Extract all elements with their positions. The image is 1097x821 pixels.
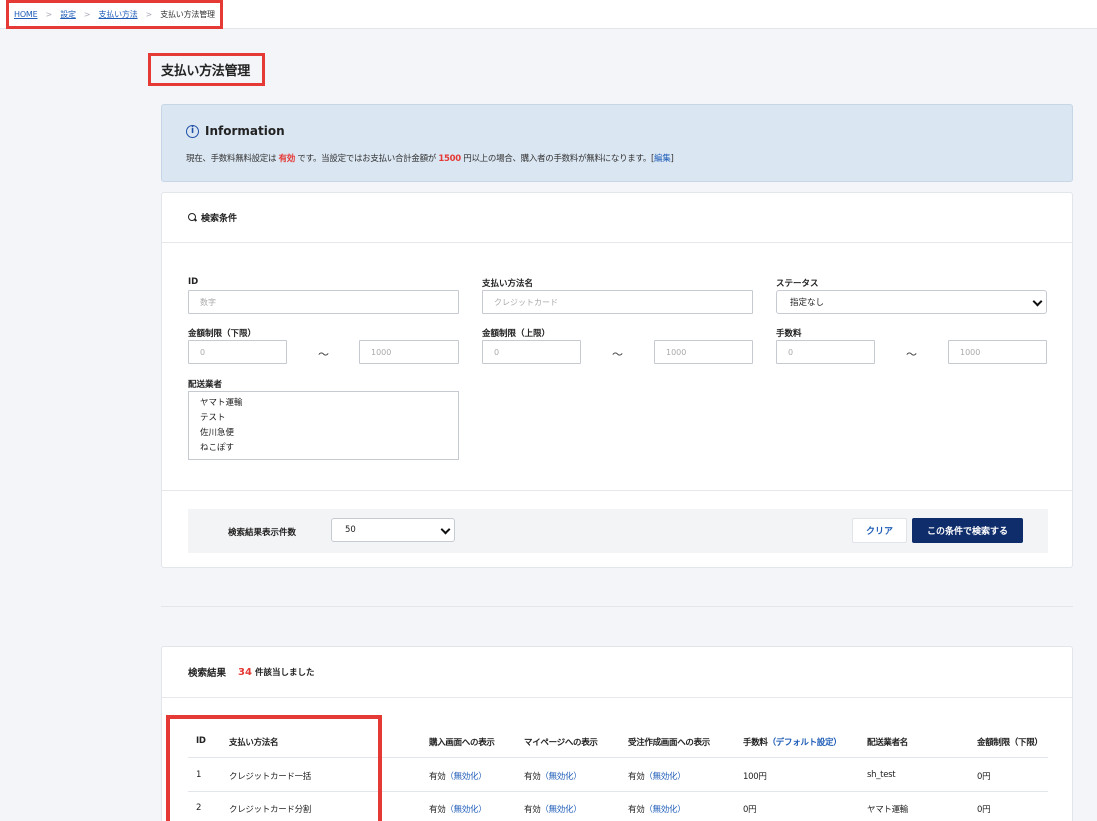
status-select[interactable]: 指定なし xyxy=(776,290,1047,314)
cell-mypage: 有効（無効化） xyxy=(524,772,582,782)
column-header-order: 受注作成画面への表示 xyxy=(628,738,711,748)
fee-free-status: 有効 xyxy=(278,154,296,164)
fee-free-amount: 1500 xyxy=(438,154,461,164)
results-suffix: 件該当しました xyxy=(254,668,315,678)
breadcrumb-home[interactable]: HOME xyxy=(14,10,38,19)
disable-link[interactable]: （無効化） xyxy=(445,772,486,782)
disable-link[interactable]: （無効化） xyxy=(445,805,486,815)
info-title: Information xyxy=(205,124,285,138)
per-page-select[interactable]: 50 xyxy=(331,518,455,542)
min-amount-from-input[interactable]: 0 xyxy=(188,340,287,364)
disable-link[interactable]: （無効化） xyxy=(644,772,685,782)
breadcrumb-current: 支払い方法管理 xyxy=(160,10,215,19)
payment-name-input[interactable]: クレジットカード xyxy=(482,290,753,314)
payment-name-label: 支払い方法名 xyxy=(482,279,534,289)
breadcrumb-settings[interactable]: 設定 xyxy=(60,9,76,20)
divider xyxy=(161,606,1073,607)
clear-button[interactable]: クリア xyxy=(852,518,907,543)
cell-carrier-link[interactable]: sh_test xyxy=(867,770,896,780)
cell-purchase: 有効（無効化） xyxy=(429,805,487,815)
carrier-option[interactable]: 佐川急便 xyxy=(200,426,458,441)
disable-link[interactable]: （無効化） xyxy=(540,805,581,815)
info-panel: i Information 現在、手数料無料設定は 有効 です。当設定ではお支払… xyxy=(161,104,1073,182)
edit-link[interactable]: 編集 xyxy=(654,154,671,164)
chevron-down-icon xyxy=(440,524,451,535)
min-amount-to-input[interactable]: 1000 xyxy=(359,340,459,364)
carrier-option[interactable]: テスト xyxy=(200,411,458,426)
column-header-fee: 手数料（デフォルト設定） xyxy=(743,738,842,748)
range-tilde: ～ xyxy=(906,348,917,361)
carrier-option[interactable]: ねこぽす xyxy=(200,441,458,456)
chevron-down-icon xyxy=(1032,296,1043,307)
id-input[interactable]: 数字 xyxy=(188,290,459,314)
cell-mypage: 有効（無効化） xyxy=(524,805,582,815)
per-page-label: 検索結果表示件数 xyxy=(228,528,297,538)
cell-fee: 100円 xyxy=(743,772,767,782)
cell-min-amount: 0円 xyxy=(977,805,991,815)
search-header-label: 検索条件 xyxy=(201,214,238,224)
status-label: ステータス xyxy=(776,279,819,289)
min-amount-label: 金額制限（下限） xyxy=(188,329,257,339)
cell-purchase: 有効（無効化） xyxy=(429,772,487,782)
fee-from-input[interactable]: 0 xyxy=(776,340,875,364)
cell-order: 有効（無効化） xyxy=(628,805,686,815)
breadcrumb-separator: > xyxy=(83,10,91,19)
breadcrumb-separator: > xyxy=(45,10,53,19)
carrier-option[interactable]: ヤマト運輸 xyxy=(200,396,458,411)
page-title: 支払い方法管理 xyxy=(161,64,250,79)
max-amount-label: 金額制限（上限） xyxy=(482,329,551,339)
id-label: ID xyxy=(188,277,199,287)
search-action-bar: 検索結果表示件数 50 クリア この条件で検索する xyxy=(188,509,1048,553)
results-header: 検索結果 34 件該当しました xyxy=(162,647,1072,698)
search-panel: 検索条件 ID 数字 支払い方法名 クレジットカード ステータス 指定なし 金額… xyxy=(161,192,1073,568)
column-highlight xyxy=(166,715,382,821)
max-amount-to-input[interactable]: 1000 xyxy=(654,340,753,364)
search-button[interactable]: この条件で検索する xyxy=(912,518,1023,543)
cell-order: 有効（無効化） xyxy=(628,772,686,782)
range-tilde: ～ xyxy=(318,348,329,361)
column-header-min-amount: 金額制限（下限） xyxy=(977,738,1043,748)
disable-link[interactable]: （無効化） xyxy=(540,772,581,782)
info-message: 現在、手数料無料設定は 有効 です。当設定ではお支払い合計金額が 1500 円以… xyxy=(186,154,674,164)
results-title: 検索結果 xyxy=(188,668,227,679)
max-amount-from-input[interactable]: 0 xyxy=(482,340,581,364)
carrier-listbox[interactable]: ヤマト運輸 テスト 佐川急便 ねこぽす xyxy=(188,391,459,460)
carrier-label: 配送業者 xyxy=(188,380,223,390)
column-header-purchase: 購入画面への表示 xyxy=(429,738,495,748)
breadcrumb: HOME > 設定 > 支払い方法 > 支払い方法管理 xyxy=(6,0,223,29)
cell-fee: 0円 xyxy=(743,805,757,815)
column-header-carrier: 配送業者名 xyxy=(867,738,909,748)
breadcrumb-payment[interactable]: 支払い方法 xyxy=(99,9,138,20)
disable-link[interactable]: （無効化） xyxy=(644,805,685,815)
page-title-highlight: 支払い方法管理 xyxy=(148,53,265,86)
cell-min-amount: 0円 xyxy=(977,772,991,782)
default-setting-link[interactable]: （デフォルト設定） xyxy=(768,738,842,748)
breadcrumb-separator: > xyxy=(145,10,153,19)
divider xyxy=(162,490,1072,491)
range-tilde: ～ xyxy=(612,348,623,361)
fee-to-input[interactable]: 1000 xyxy=(948,340,1047,364)
search-header: 検索条件 xyxy=(162,193,1072,243)
info-icon: i xyxy=(186,124,199,138)
fee-label: 手数料 xyxy=(776,329,802,339)
column-header-mypage: マイページへの表示 xyxy=(524,738,598,748)
results-count: 34 xyxy=(238,666,252,678)
cell-carrier-link[interactable]: ヤマト運輸 xyxy=(867,803,908,815)
search-icon xyxy=(188,213,197,222)
